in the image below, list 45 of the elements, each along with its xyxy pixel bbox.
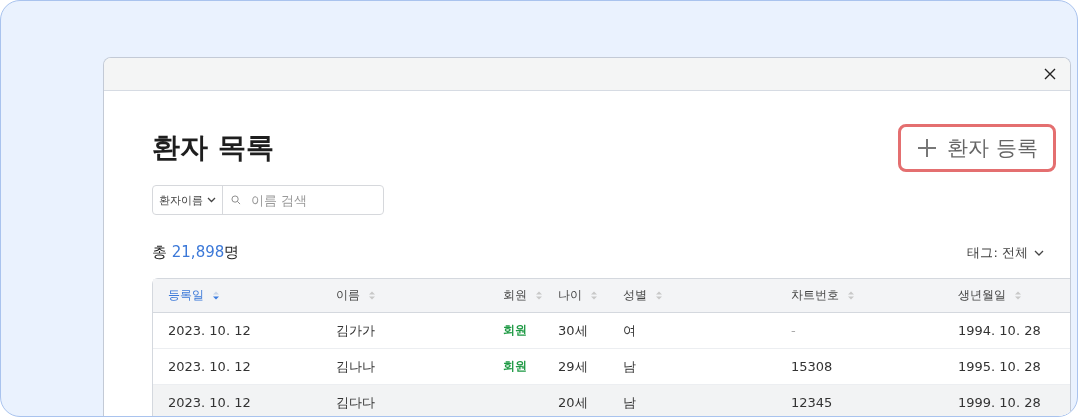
table-cell: 김나나 (336, 357, 375, 376)
chevron-down-icon (1034, 249, 1044, 256)
table-cell: 15308 (791, 359, 833, 374)
column-header[interactable]: 회원 (488, 279, 543, 312)
tag-filter[interactable]: 태그: 전체 (967, 243, 1044, 262)
table-cell: 1995. 10. 28 (958, 359, 1041, 374)
table-cell: 2023. 10. 12 (168, 323, 251, 338)
chevron-down-icon (207, 197, 216, 203)
search-field[interactable]: 환자이름 이름 검색 (152, 185, 384, 215)
table-cell: 1994. 10. 28 (958, 323, 1041, 338)
table-cell: 김가가 (336, 321, 375, 340)
sort-icon (535, 290, 543, 301)
close-icon[interactable] (1044, 68, 1056, 80)
table-cell: 29세 (558, 357, 588, 376)
total-count: 총 21,898명 (152, 243, 240, 262)
table-cell: - (791, 323, 796, 338)
table-cell: 회원 (503, 358, 527, 375)
page-title: 환자 목록 (152, 130, 274, 166)
table-cell: 2023. 10. 12 (168, 395, 251, 410)
table-row[interactable]: 2023. 10. 12 김다다 20세 남 12345 1999. 10. 28 (153, 385, 1070, 416)
sort-icon (212, 290, 220, 301)
filter-dropdown[interactable]: 환자이름 (153, 186, 223, 214)
table-cell: 회원 (503, 322, 527, 339)
table-cell: 남 (623, 393, 636, 412)
table-cell: 12345 (791, 395, 833, 410)
sort-icon (655, 290, 663, 301)
add-patient-button[interactable]: 환자 등록 (898, 124, 1056, 172)
column-header[interactable]: 성별 (608, 279, 776, 312)
column-header[interactable]: 등록일 (153, 279, 321, 312)
table-cell: 20세 (558, 393, 588, 412)
sort-icon (847, 290, 855, 301)
sort-icon (590, 290, 598, 301)
plus-icon (917, 138, 938, 158)
sort-icon (1014, 290, 1022, 301)
column-header[interactable]: 생년월일 (943, 279, 1061, 312)
column-header[interactable]: 나이 (543, 279, 608, 312)
table-cell: 30세 (558, 321, 588, 340)
table-cell: 1999. 10. 28 (958, 395, 1041, 410)
table-cell: 김다다 (336, 393, 375, 412)
table-cell: 남 (623, 357, 636, 376)
column-header[interactable]: 이름 (321, 279, 488, 312)
table-cell: 여 (623, 321, 636, 340)
column-header[interactable]: 차트번호 (776, 279, 943, 312)
sort-icon (368, 290, 376, 301)
table-cell: 2023. 10. 12 (168, 359, 251, 374)
